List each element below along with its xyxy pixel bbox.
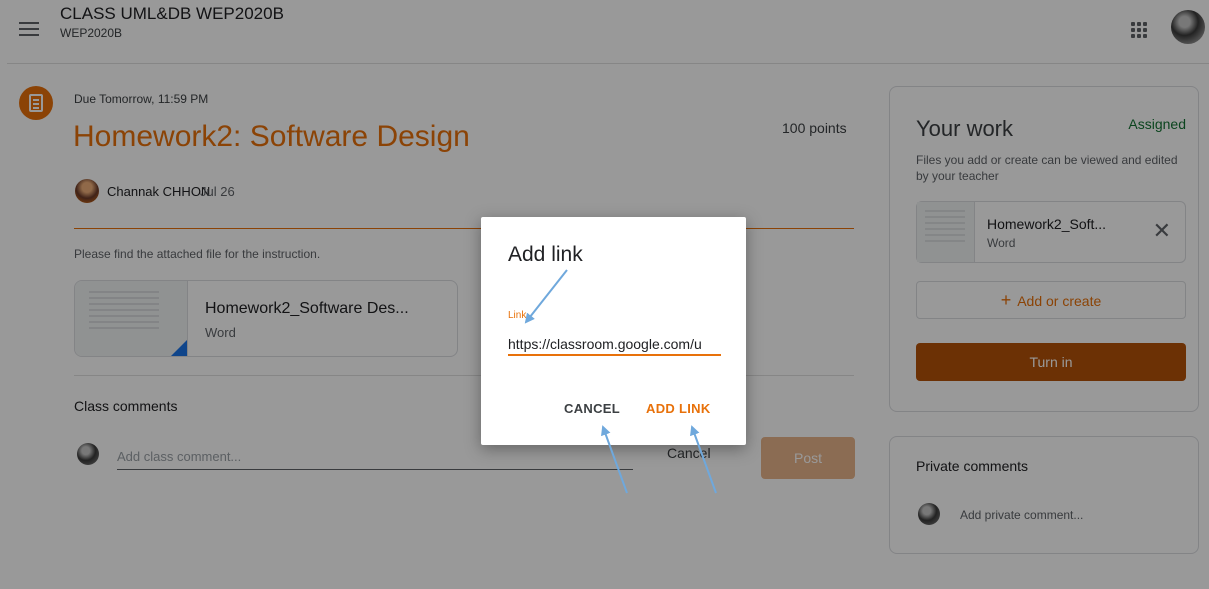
link-field-label: Link [508,310,527,321]
add-link-button[interactable]: ADD LINK [646,401,711,416]
dialog-cancel-button[interactable]: CANCEL [564,401,620,416]
add-link-dialog: Add link Link CANCEL ADD LINK [481,217,746,445]
dialog-title: Add link [508,243,583,266]
link-input[interactable] [508,334,721,356]
